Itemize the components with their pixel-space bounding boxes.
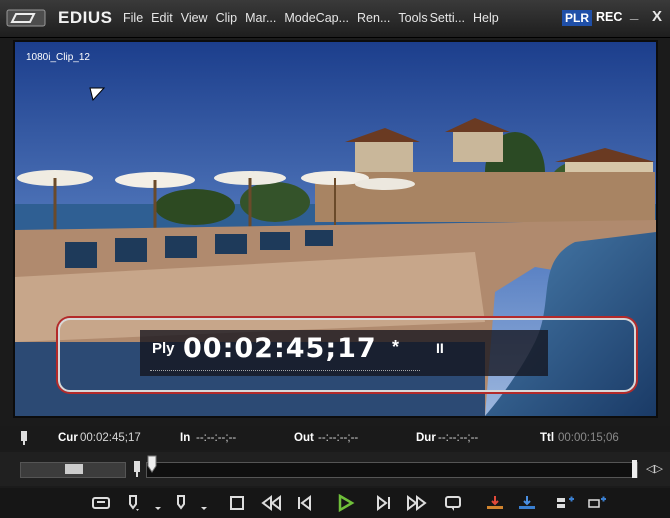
out-value: --:--:--;--: [318, 432, 359, 444]
menu-clip[interactable]: Clip: [216, 11, 238, 25]
rewind-icon[interactable]: [260, 493, 282, 513]
transport-bar: [0, 488, 670, 518]
add-marker-icon[interactable]: [554, 493, 576, 513]
in-value: --:--:--;--: [196, 432, 237, 444]
timecode-info-row: Cur 00:02:45;17 In --:--:--;-- Out --:--…: [0, 426, 670, 450]
position-track[interactable]: [146, 462, 638, 478]
menu-view[interactable]: View: [181, 11, 208, 25]
menu-marker[interactable]: Mar...: [245, 11, 276, 25]
menu-tools[interactable]: Tools: [398, 11, 427, 25]
set-in-dropdown-icon[interactable]: [150, 493, 172, 513]
dur-label: Dur: [416, 432, 436, 444]
playhead-icon[interactable]: [147, 455, 157, 475]
menu-edit[interactable]: Edit: [151, 11, 173, 25]
loop-playback-icon[interactable]: [442, 493, 464, 513]
overwrite-to-timeline-icon[interactable]: [516, 493, 538, 513]
out-label: Out: [294, 432, 314, 444]
step-forward-icon[interactable]: [372, 493, 394, 513]
marker-handle-icon: [21, 431, 27, 445]
clip-monitor-icon[interactable]: [90, 493, 112, 513]
jog-slider[interactable]: [20, 462, 126, 478]
step-back-icon[interactable]: [294, 493, 316, 513]
insert-to-timeline-icon[interactable]: [484, 493, 506, 513]
menu-mode[interactable]: Mode: [284, 11, 315, 25]
track-end-marker: [632, 460, 637, 478]
cur-value: 00:02:45;17: [80, 432, 141, 444]
app-name: EDIUS: [58, 8, 113, 27]
in-label: In: [180, 432, 191, 444]
menu-settings[interactable]: Setti...: [430, 11, 465, 25]
close-button[interactable]: X: [652, 8, 662, 25]
set-out-dropdown-icon[interactable]: [196, 493, 218, 513]
set-in-icon[interactable]: [122, 493, 144, 513]
plr-mode-button[interactable]: PLR: [562, 10, 592, 26]
menu-capture[interactable]: Cap...: [316, 11, 349, 25]
shuttle-loop-icon[interactable]: ◁▷: [646, 462, 663, 475]
ttl-label: Ttl: [540, 432, 555, 444]
clip-name-label: 1080i_Clip_12: [26, 52, 90, 63]
menu-help[interactable]: Help: [473, 11, 499, 25]
menu-render[interactable]: Ren...: [357, 11, 390, 25]
in-point-handle-icon[interactable]: [133, 460, 141, 478]
dur-value: --:--:--;--: [438, 432, 479, 444]
play-icon[interactable]: [334, 493, 356, 513]
stop-icon[interactable]: [226, 493, 248, 513]
edius-logo-icon: [6, 9, 46, 27]
menu-bar: File Edit View Clip Mar... Mode Cap... R…: [123, 11, 499, 25]
settings-icon[interactable]: [586, 493, 608, 513]
highlight-annotation: [58, 318, 636, 392]
title-bar: EDIUS File Edit View Clip Mar... Mode Ca…: [0, 0, 670, 38]
fast-forward-icon[interactable]: [406, 493, 428, 513]
minimize-button[interactable]: _: [630, 5, 638, 22]
menu-file[interactable]: File: [123, 11, 143, 25]
set-out-icon[interactable]: [170, 493, 192, 513]
scrub-bar-row: ◁▷: [0, 452, 670, 486]
cur-label: Cur: [58, 432, 78, 444]
rec-mode-button[interactable]: REC: [596, 10, 622, 24]
jog-knob[interactable]: [65, 464, 83, 474]
ttl-value: 00:00:15;06: [558, 432, 619, 444]
